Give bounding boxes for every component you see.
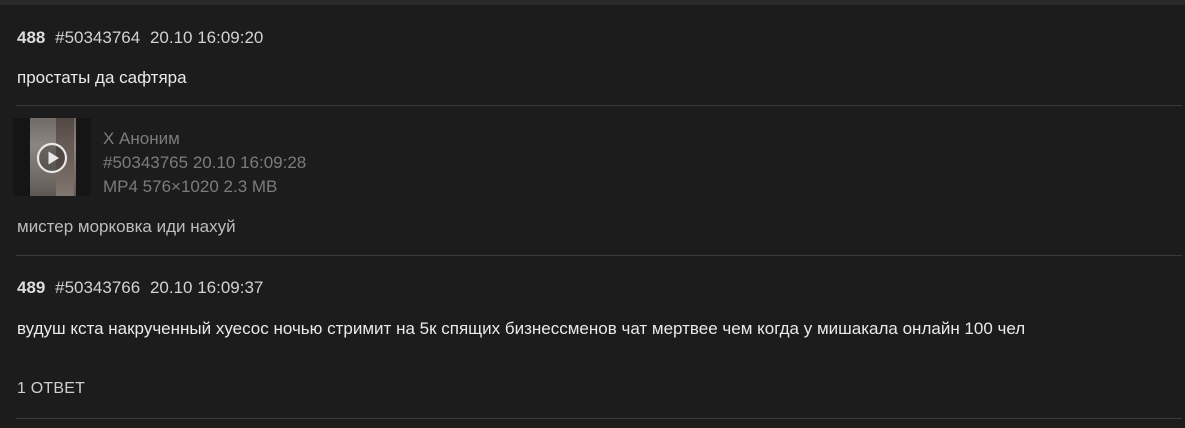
- post-number[interactable]: 488: [17, 28, 45, 47]
- post-datetime: 20.10 16:09:20: [149, 28, 264, 47]
- post-divider: [16, 255, 1182, 256]
- post-divider: [16, 418, 1182, 419]
- post-id[interactable]: #50343766: [55, 278, 140, 297]
- post-divider: [16, 105, 1182, 106]
- post-text: вудуш кста накрученный хуесос ночью стри…: [17, 319, 1026, 338]
- post-id-datetime[interactable]: #50343765 20.10 16:09:28: [103, 151, 306, 175]
- post-id[interactable]: #50343764: [55, 28, 140, 47]
- file-info: MP4 576×1020 2.3 MB: [103, 177, 278, 196]
- post-text: простаты да сафтяра: [17, 68, 187, 87]
- post-number[interactable]: 489: [17, 278, 45, 297]
- post-header: 489 #50343766 20.10 16:09:37: [17, 278, 263, 298]
- replies-link[interactable]: 1 ОТВЕТ: [17, 380, 85, 398]
- play-icon[interactable]: [36, 142, 68, 174]
- video-thumbnail[interactable]: [13, 118, 91, 196]
- post-text: мистер морковка иди нахуй: [17, 217, 236, 236]
- poster-name: X Аноним: [103, 129, 180, 148]
- post-datetime: 20.10 16:09:37: [149, 278, 264, 297]
- top-bar: [0, 0, 1185, 5]
- post-header: 488 #50343764 20.10 16:09:20: [17, 28, 263, 48]
